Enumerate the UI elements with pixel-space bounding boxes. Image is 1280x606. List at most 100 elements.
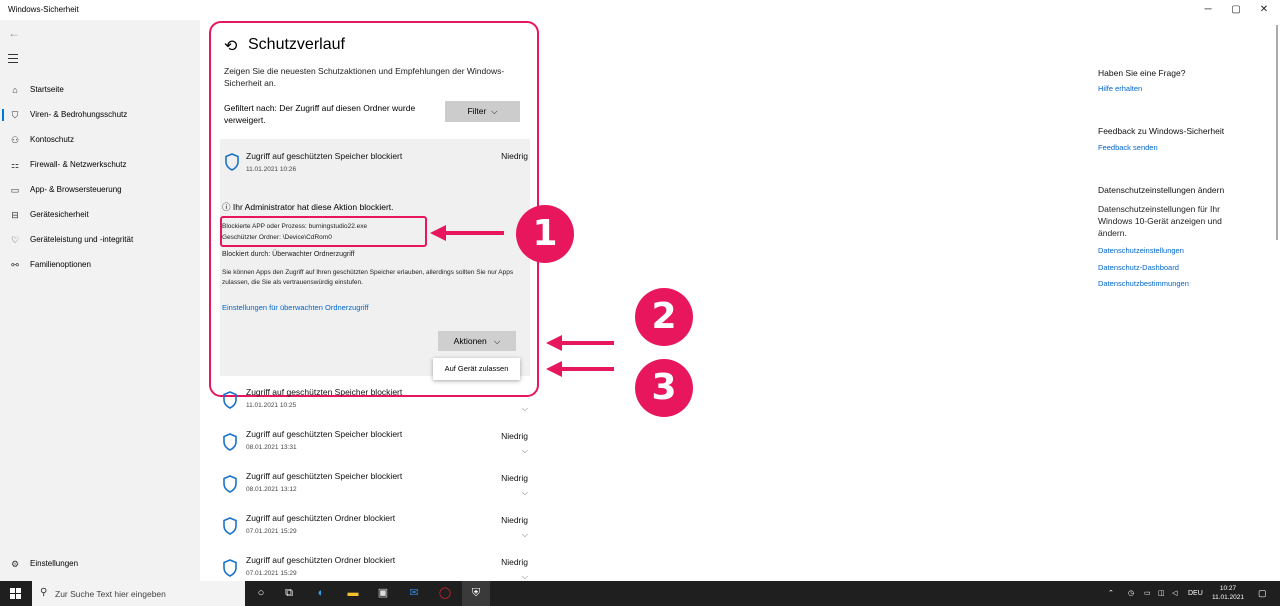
- privacy-settings-link[interactable]: Datenschutzeinstellungen: [1098, 246, 1184, 255]
- tray-icon[interactable]: ◷: [1128, 581, 1134, 606]
- hamburger-menu-icon[interactable]: [8, 54, 18, 66]
- volume-icon[interactable]: ◁: [1172, 581, 1177, 606]
- event-date: 08.01.2021 13:31: [246, 444, 297, 451]
- notification-icon[interactable]: ▢: [1258, 581, 1267, 606]
- sidebar-item-app-browser[interactable]: ▭ App- & Browsersteuerung: [0, 178, 200, 202]
- minimize-button[interactable]: ─: [1196, 2, 1220, 18]
- chevron-down-icon[interactable]: ⌵: [522, 446, 528, 456]
- arrow-left-icon: [546, 335, 614, 351]
- cortana-icon[interactable]: ○: [247, 581, 275, 606]
- sidebar-item-einstellungen[interactable]: ⚙ Einstellungen: [0, 552, 200, 576]
- sidebar-item-label: Familienoptionen: [30, 260, 91, 269]
- list-item[interactable]: Zugriff auf geschützten Speicher blockie…: [220, 467, 530, 507]
- arrow-left-icon: [546, 361, 614, 377]
- close-button[interactable]: ✕: [1252, 2, 1276, 18]
- taskbar-search[interactable]: ⚲ Zur Suche Text hier eingeben: [32, 581, 245, 606]
- actions-button[interactable]: Aktionen ⌵: [438, 331, 516, 351]
- sidebar-item-viren[interactable]: ⛉ Viren- & Bedrohungsschutz: [0, 103, 200, 127]
- sidebar-item-familienoptionen[interactable]: ⚯ Familienoptionen: [0, 253, 200, 277]
- shield-icon: [223, 517, 237, 535]
- edge-icon[interactable]: ◐: [307, 581, 335, 606]
- chevron-down-icon[interactable]: ⌵: [522, 404, 528, 414]
- windows-security-taskbar-icon[interactable]: ⛨: [462, 581, 490, 606]
- feedback-heading: Feedback zu Windows-Sicherheit: [1098, 126, 1225, 136]
- language-indicator[interactable]: DEU: [1188, 581, 1203, 606]
- window-title: Windows-Sicherheit: [8, 5, 79, 14]
- store-icon[interactable]: ▣: [369, 581, 397, 606]
- sidebar-item-label: Geräteleistung und -integrität: [30, 235, 134, 244]
- filter-button-label: Filter: [467, 106, 487, 116]
- tray-chevron-icon[interactable]: ⌃: [1108, 581, 1114, 606]
- main-content: ⟲ Schutzverlauf Zeigen Sie die neuesten …: [200, 20, 1280, 581]
- heart-icon: ♡: [10, 235, 20, 245]
- chevron-down-icon: ⌵: [488, 106, 498, 116]
- network-icon: ⚏: [10, 160, 20, 170]
- sidebar-item-label: App- & Browsersteuerung: [30, 185, 122, 194]
- event-title: Zugriff auf geschützten Speicher blockie…: [246, 151, 403, 161]
- privacy-heading: Datenschutzeinstellungen ändern: [1098, 185, 1225, 195]
- sidebar-item-label: Gerätesicherheit: [30, 210, 89, 219]
- list-item[interactable]: Zugriff auf geschützten Speicher blockie…: [220, 383, 530, 423]
- expanded-event-card[interactable]: Zugriff auf geschützten Speicher blockie…: [220, 139, 530, 376]
- taskbar-clock[interactable]: 10:27 11.01.2021: [1212, 584, 1244, 602]
- device-icon: ⊟: [11, 210, 19, 220]
- admin-note: ⓘ Ihr Administrator hat diese Aktion blo…: [222, 202, 394, 212]
- task-view-icon[interactable]: ⧉: [275, 581, 303, 606]
- privacy-dashboard-link[interactable]: Datenschutz-Dashboard: [1098, 263, 1179, 272]
- windows-start-icon[interactable]: [10, 588, 21, 599]
- shield-icon: [223, 391, 237, 409]
- chevron-down-icon: ⌵: [489, 336, 501, 346]
- annotation-badge-1: 1: [516, 205, 574, 263]
- sidebar-item-startseite[interactable]: ⌂ Startseite: [0, 78, 200, 102]
- sidebar-item-firewall[interactable]: ⚏ Firewall- & Netzwerkschutz: [0, 153, 200, 177]
- history-icon: ⟲: [224, 38, 238, 55]
- annotation-badge-3: 3: [635, 359, 693, 417]
- event-date: 11.01.2021 10:26: [246, 166, 297, 173]
- event-title: Zugriff auf geschützten Speicher blockie…: [246, 387, 403, 397]
- taskbar: ⚲ Zur Suche Text hier eingeben ○ ⧉ ◐ ▬ ▣…: [0, 581, 1280, 606]
- list-item[interactable]: Zugriff auf geschützten Speicher blockie…: [220, 425, 530, 465]
- blocked-app-line: Blockierte APP oder Prozess: burningstud…: [222, 223, 368, 230]
- home-icon: ⌂: [12, 85, 18, 95]
- list-item[interactable]: Zugriff auf geschützten Ordner blockiert…: [220, 509, 530, 549]
- search-icon: ⚲: [40, 587, 48, 598]
- back-arrow-icon[interactable]: ←: [8, 26, 20, 40]
- event-severity: Niedrig: [501, 151, 528, 161]
- chevron-down-icon[interactable]: ⌵: [522, 488, 528, 498]
- filter-button[interactable]: Filter ⌵: [445, 101, 520, 122]
- privacy-statement-link[interactable]: Datenschutzbestimmungen: [1098, 279, 1189, 288]
- shield-icon: [225, 153, 239, 171]
- event-title: Zugriff auf geschützten Speicher blockie…: [246, 471, 403, 481]
- allow-on-device-menu-item[interactable]: Auf Gerät zulassen: [433, 358, 520, 380]
- event-date: 11.01.2021 10:25: [246, 402, 297, 409]
- scrollbar[interactable]: [1276, 25, 1278, 240]
- maximize-button[interactable]: ▢: [1224, 2, 1248, 18]
- battery-icon[interactable]: ▭: [1144, 581, 1151, 606]
- question-heading: Haben Sie eine Frage?: [1098, 68, 1186, 78]
- sidebar: ← ⌂ Startseite ⛉ Viren- & Bedrohungsschu…: [0, 20, 200, 581]
- file-explorer-icon[interactable]: ▬: [339, 581, 367, 606]
- event-severity: Niedrig: [501, 473, 528, 483]
- opera-icon[interactable]: ◯: [431, 581, 459, 606]
- sidebar-item-kontoschutz[interactable]: ⚇ Kontoschutz: [0, 128, 200, 152]
- chevron-down-icon[interactable]: ⌵: [522, 530, 528, 540]
- help-link[interactable]: Hilfe erhalten: [1098, 84, 1142, 93]
- settings-link[interactable]: Einstellungen für überwachten Ordnerzugr…: [222, 303, 369, 312]
- event-title: Zugriff auf geschützten Ordner blockiert: [246, 513, 396, 523]
- sidebar-item-label: Viren- & Bedrohungsschutz: [30, 110, 128, 119]
- clock-time: 10:27: [1219, 585, 1237, 592]
- actions-button-label: Aktionen: [453, 336, 487, 346]
- search-placeholder: Zur Suche Text hier eingeben: [55, 589, 166, 599]
- mail-icon[interactable]: ✉: [400, 581, 428, 606]
- sidebar-item-geraetesicherheit[interactable]: ⊟ Gerätesicherheit: [0, 203, 200, 227]
- sidebar-item-label: Firewall- & Netzwerkschutz: [30, 160, 127, 169]
- shield-icon: ⛉: [11, 110, 19, 120]
- event-title: Zugriff auf geschützten Speicher blockie…: [246, 429, 403, 439]
- shield-icon: [223, 475, 237, 493]
- sidebar-item-geraeteleistung[interactable]: ♡ Geräteleistung und -integrität: [0, 228, 200, 252]
- network-icon[interactable]: ◫: [1158, 581, 1165, 606]
- feedback-link[interactable]: Feedback senden: [1098, 143, 1158, 152]
- arrow-left-icon: [430, 225, 504, 241]
- event-severity: Niedrig: [501, 557, 528, 567]
- blocked-by-text: Blockiert durch: Überwachter Ordnerzugri…: [222, 251, 355, 258]
